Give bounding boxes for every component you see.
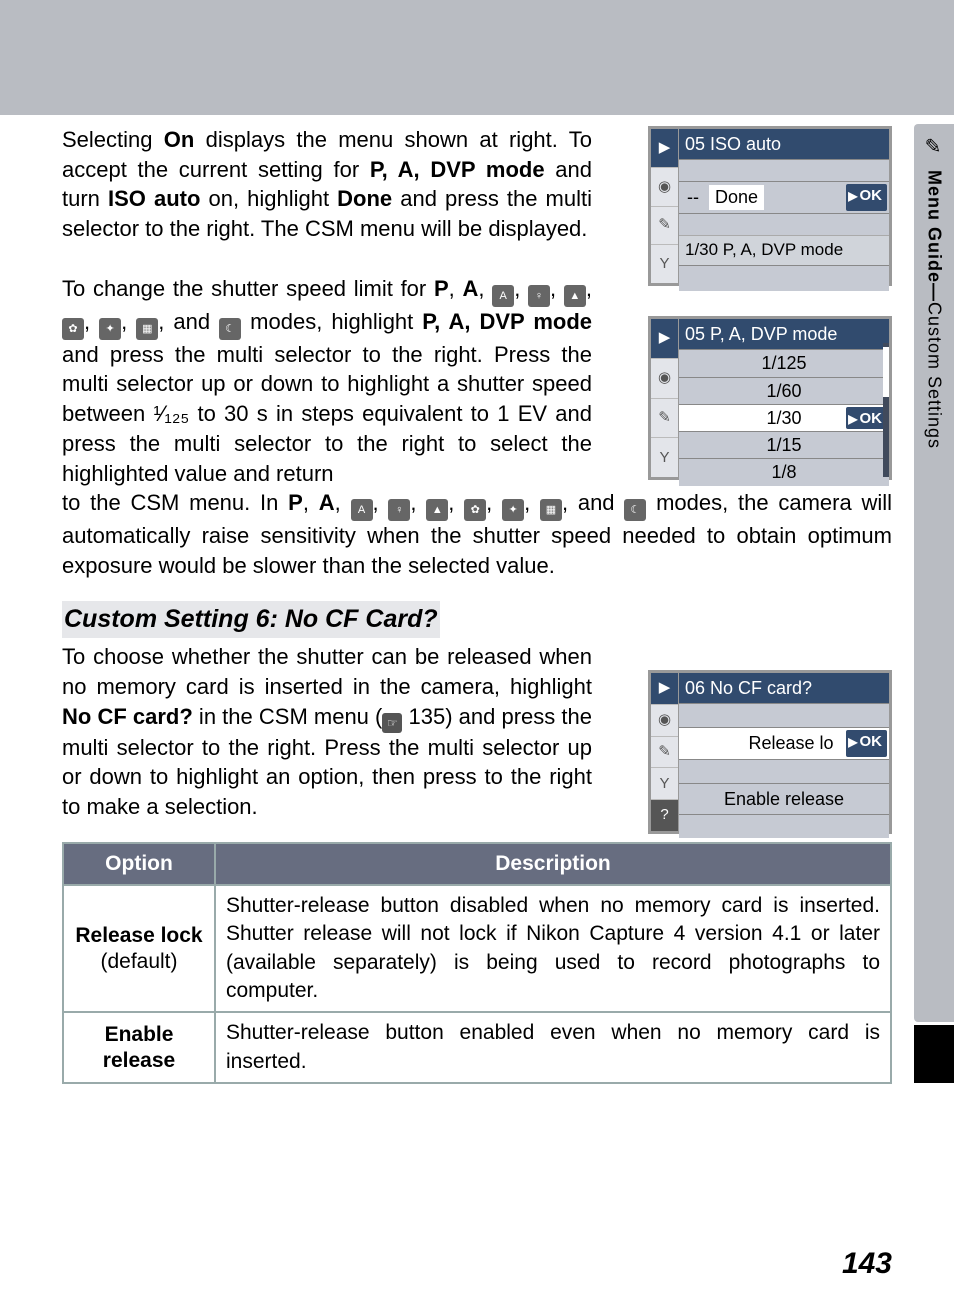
option-name: Release lock (75, 924, 202, 947)
macro-mode-icon: ✿ (62, 318, 84, 340)
portrait-mode-icon: ♀ (528, 285, 550, 307)
text: , (303, 490, 319, 515)
text: , and (158, 309, 219, 334)
table-header-row: Option Description (63, 843, 891, 885)
text-bold: P (288, 490, 303, 515)
page-ref-icon: ☞ (382, 713, 402, 733)
auto-mode-icon: A (492, 285, 514, 307)
side-tab-label: Menu Guide—Custom Settings (922, 170, 946, 449)
paragraph-shutter-limit: To change the shutter speed limit for P,… (62, 274, 592, 488)
night-mode-icon: ▦ (136, 318, 158, 340)
paragraph-no-cf: To choose whether the shutter can be rel… (62, 642, 592, 821)
option-desc: Shutter-release button disabled when no … (215, 885, 891, 1012)
sports-mode-icon: ✦ (99, 318, 121, 340)
sports-mode-icon: ✦ (502, 499, 524, 521)
text: , (449, 276, 463, 301)
text: To change the shutter speed limit for (62, 276, 434, 301)
text-bold: On (164, 127, 195, 152)
heading-title: No CF Card? (285, 605, 438, 633)
fraction: ¹⁄₁₂₅ (153, 401, 189, 426)
text: on, highlight (200, 186, 337, 211)
night-mode-icon: ▦ (540, 499, 562, 521)
table-row: Release lock (default) Shutter-release b… (63, 885, 891, 1012)
night-portrait-mode-icon: ☾ (219, 318, 241, 340)
header-band (0, 0, 954, 115)
table-row: Enable release Shutter-release button en… (63, 1012, 891, 1083)
text-bold: A (462, 276, 478, 301)
heading-custom-setting-6: Custom Setting 6: No CF Card? (62, 601, 440, 639)
page-number: 143 (842, 1244, 892, 1285)
side-tab-bold: Menu Guide— (924, 170, 944, 302)
paragraph-iso-auto: Selecting On displays the menu shown at … (62, 125, 592, 244)
macro-mode-icon: ✿ (464, 499, 486, 521)
option-default: (default) (74, 949, 204, 975)
text: To choose whether the shutter can be rel… (62, 644, 592, 699)
text-bold: P, A, DVP mode (370, 157, 545, 182)
side-tab-thin: Custom Settings (924, 302, 944, 449)
option-name-cell: Release lock (default) (63, 885, 215, 1012)
portrait-mode-icon: ♀ (388, 499, 410, 521)
col-description: Description (215, 843, 891, 885)
option-name-cell: Enable release (63, 1012, 215, 1083)
text: to the CSM menu. In (62, 490, 288, 515)
heading-prefix: Custom Setting 6: (64, 605, 285, 633)
landscape-mode-icon: ▲ (426, 499, 448, 521)
text: modes, highlight (241, 309, 422, 334)
section-tab-marker (914, 1025, 954, 1083)
text-bold: ISO auto (108, 186, 200, 211)
side-tab: ✎ Menu Guide—Custom Settings (914, 124, 954, 1022)
text: in the CSM menu ( (193, 704, 383, 729)
option-desc: Shutter-release button enabled even when… (215, 1012, 891, 1083)
text: , and (562, 490, 624, 515)
text-bold: A (319, 490, 335, 515)
text-bold: P (434, 276, 449, 301)
landscape-mode-icon: ▲ (564, 285, 586, 307)
text-bold: P, A, DVP mode (422, 309, 592, 334)
col-option: Option (63, 843, 215, 885)
option-name: Enable release (103, 1023, 175, 1072)
pencil-icon: ✎ (922, 134, 944, 160)
options-table: Option Description Release lock (default… (62, 842, 892, 1084)
page-content: Selecting On displays the menu shown at … (62, 125, 892, 1084)
text: Selecting (62, 127, 164, 152)
text: , (335, 490, 351, 515)
paragraph-shutter-limit-cont: to the CSM menu. In P, A, A, ♀, ▲, ✿, ✦,… (62, 488, 892, 580)
auto-mode-icon: A (351, 499, 373, 521)
text: , (478, 276, 492, 301)
text-bold: No CF card? (62, 704, 193, 729)
page-ref: 135 (409, 704, 446, 729)
text-bold: Done (337, 186, 392, 211)
night-portrait-mode-icon: ☾ (624, 499, 646, 521)
